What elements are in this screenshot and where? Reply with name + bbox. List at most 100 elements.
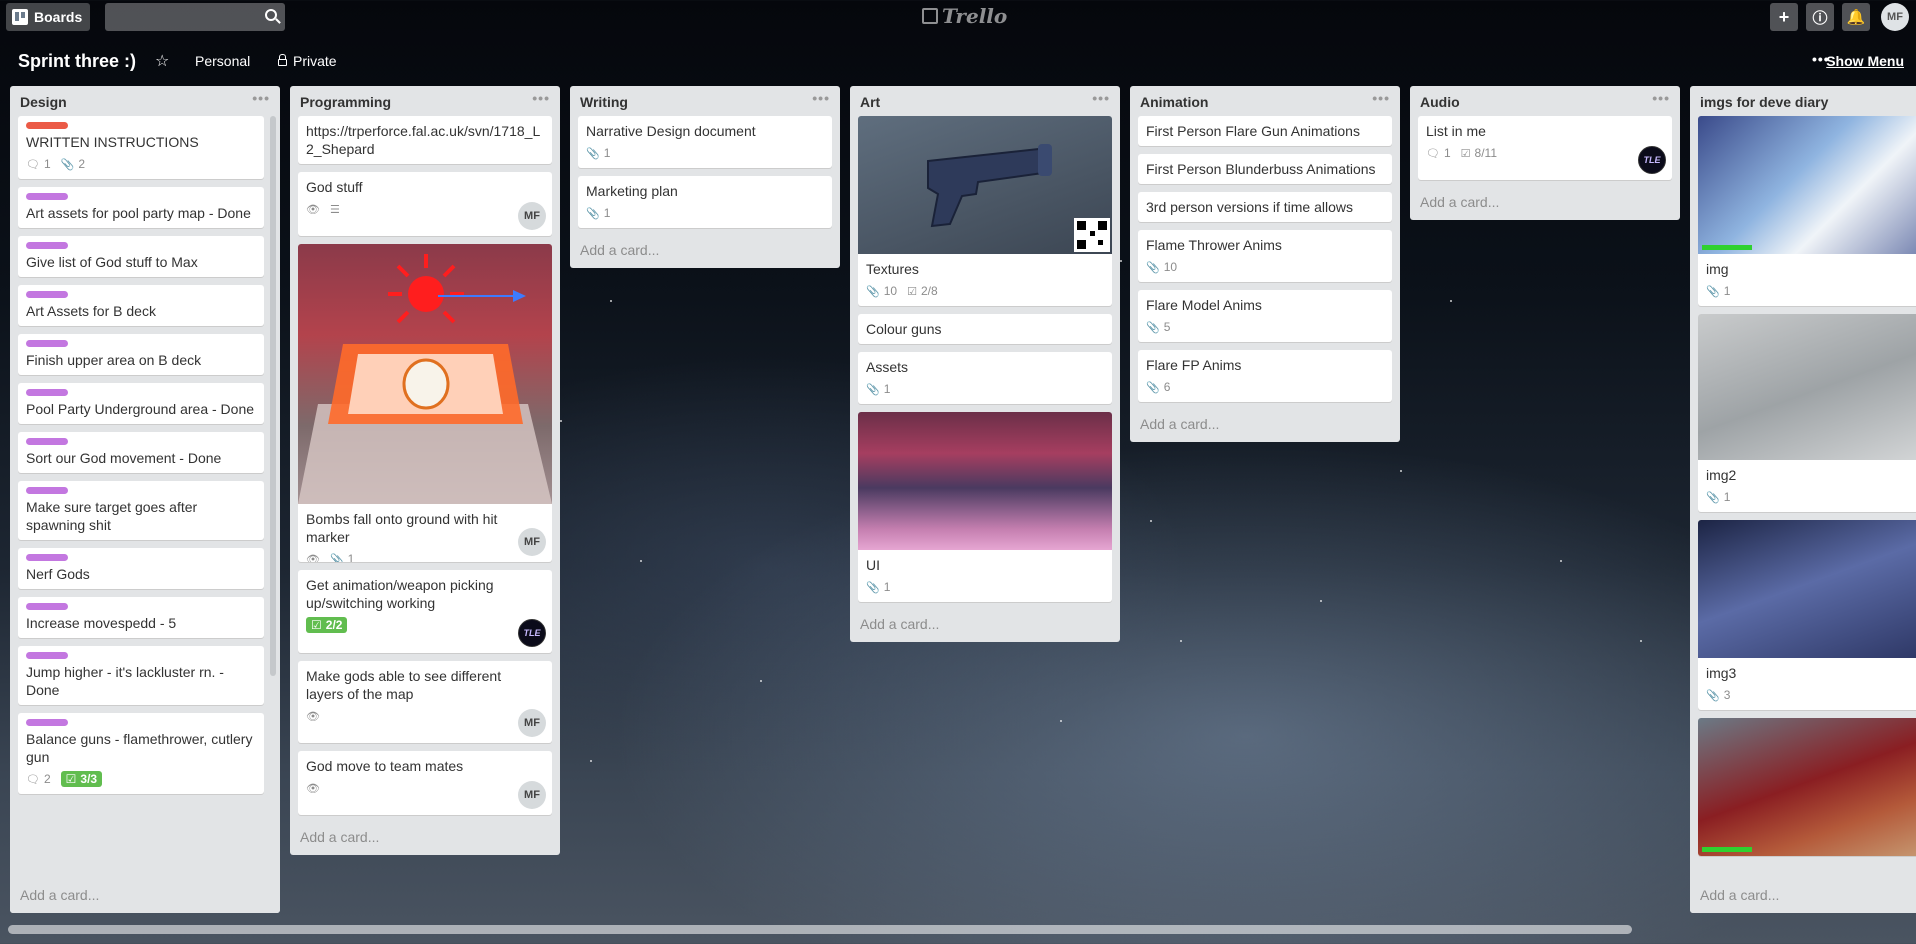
notifications-bell-icon[interactable]: 🔔: [1842, 3, 1870, 31]
card[interactable]: Colour guns: [858, 314, 1112, 344]
list-title: Animation: [1140, 94, 1209, 110]
card[interactable]: Art assets for pool party map - Done: [18, 187, 264, 228]
list-header[interactable]: Animation •••: [1130, 86, 1400, 116]
card[interactable]: Give list of God stuff to Max: [18, 236, 264, 277]
attachment-count: 1: [883, 382, 891, 396]
add-card-link[interactable]: Add a card...: [1130, 410, 1400, 442]
card[interactable]: Assets 📎 1: [858, 352, 1112, 404]
card[interactable]: Get animation/weapon picking up/switchin…: [298, 570, 552, 653]
card-title: Sort our God movement - Done: [26, 450, 222, 466]
comment-icon: 🗨: [26, 158, 40, 171]
add-card-link[interactable]: Add a card...: [850, 610, 1120, 642]
checklist-count: 2/8: [920, 284, 938, 298]
add-icon[interactable]: +: [1770, 3, 1798, 31]
horizontal-scrollbar[interactable]: [0, 922, 1916, 936]
member-avatar[interactable]: MF: [518, 202, 546, 230]
add-card-link[interactable]: Add a card...: [10, 881, 280, 913]
health-bar: [1702, 245, 1752, 250]
list-header[interactable]: Writing •••: [570, 86, 840, 116]
search-input[interactable]: [105, 3, 285, 31]
card[interactable]: Pool Party Underground area - Done: [18, 383, 264, 424]
card-title: List in me: [1426, 123, 1486, 139]
card[interactable]: img 📎 1: [1698, 116, 1916, 306]
card[interactable]: Marketing plan 📎 1: [578, 176, 832, 228]
attachment-icon: 📎: [1706, 491, 1720, 504]
card[interactable]: Textures 📎 10 ☑ 2/8: [858, 116, 1112, 306]
star-icon[interactable]: ☆: [155, 51, 169, 71]
lock-icon: [278, 54, 287, 66]
search-icon[interactable]: [265, 9, 277, 21]
watch-icon: 👁: [306, 782, 320, 795]
card[interactable]: Narrative Design document 📎 1: [578, 116, 832, 168]
card[interactable]: First Person Flare Gun Animations: [1138, 116, 1392, 146]
info-icon[interactable]: ⓘ: [1806, 3, 1834, 31]
card[interactable]: God move to team mates 👁 MF: [298, 751, 552, 815]
card-title: Make sure target goes after spawning shi…: [26, 499, 198, 533]
list-menu-icon[interactable]: •••: [532, 90, 550, 106]
list-menu-icon[interactable]: •••: [1092, 90, 1110, 106]
card[interactable]: Make gods able to see different layers o…: [298, 661, 552, 743]
member-avatar[interactable]: TLE: [518, 619, 546, 647]
show-menu-link[interactable]: Show Menu: [1826, 53, 1904, 69]
add-card-link[interactable]: Add a card...: [290, 823, 560, 855]
list-header[interactable]: Audio •••: [1410, 86, 1680, 116]
add-card-link[interactable]: Add a card...: [1690, 881, 1916, 913]
trello-logo[interactable]: Trello: [922, 4, 1007, 28]
card[interactable]: https://trperforce.fal.ac.uk/svn/1718_L2…: [298, 116, 552, 164]
card[interactable]: UI 📎 1: [858, 412, 1112, 602]
card[interactable]: Finish upper area on B deck: [18, 334, 264, 375]
card[interactable]: Balance guns - flamethrower, cutlery gun…: [18, 713, 264, 794]
card[interactable]: God stuff 👁 ☰ MF: [298, 172, 552, 236]
add-card-link[interactable]: Add a card...: [570, 236, 840, 268]
card[interactable]: Increase movespedd - 5: [18, 597, 264, 638]
card-title: 3rd person versions if time allows: [1146, 199, 1353, 215]
visibility-button[interactable]: Private: [278, 53, 337, 69]
card[interactable]: WRITTEN INSTRUCTIONS 🗨 1 📎 2: [18, 116, 264, 179]
purple-label: [26, 438, 68, 445]
attachment-icon: 📎: [866, 285, 880, 298]
card[interactable]: img2 📎 1: [1698, 314, 1916, 512]
card[interactable]: Sort our God movement - Done: [18, 432, 264, 473]
card[interactable]: List in me 🗨 1 ☑ 8/11 TLE: [1418, 116, 1672, 180]
attachment-count: 5: [1163, 320, 1171, 334]
card-title: God stuff: [306, 179, 363, 195]
card[interactable]: img3 📎 3: [1698, 520, 1916, 710]
boards-button[interactable]: Boards: [6, 3, 91, 31]
list-header[interactable]: Art •••: [850, 86, 1120, 116]
card[interactable]: Art Assets for B deck: [18, 285, 264, 326]
list-menu-icon[interactable]: •••: [812, 90, 830, 106]
card[interactable]: Bombs fall onto ground with hit marker 👁…: [298, 244, 552, 562]
team-button[interactable]: Personal: [195, 53, 250, 69]
card[interactable]: First Person Blunderbuss Animations: [1138, 154, 1392, 184]
user-avatar[interactable]: MF: [1881, 3, 1909, 31]
card-title: Flame Thrower Anims: [1146, 237, 1282, 253]
member-avatar[interactable]: MF: [518, 528, 546, 556]
card[interactable]: Flame Thrower Anims 📎 10: [1138, 230, 1392, 282]
list-scrollbar[interactable]: [270, 116, 276, 676]
card-title: img3: [1706, 665, 1737, 681]
add-card-link[interactable]: Add a card...: [1410, 188, 1680, 220]
list-menu-icon[interactable]: •••: [252, 90, 270, 106]
card[interactable]: Flare FP Anims 📎 6: [1138, 350, 1392, 402]
card[interactable]: Make sure target goes after spawning shi…: [18, 481, 264, 540]
attachment-icon: 📎: [866, 383, 880, 396]
list-header[interactable]: Design •••: [10, 86, 280, 116]
card[interactable]: Jump higher - it's lackluster rn. - Done: [18, 646, 264, 705]
board-title[interactable]: Sprint three :): [18, 51, 136, 72]
scrollbar-thumb[interactable]: [8, 925, 1632, 934]
attachment-count: 1: [603, 146, 611, 160]
list-menu-icon[interactable]: •••: [1372, 90, 1390, 106]
card[interactable]: Nerf Gods: [18, 548, 264, 589]
attachment-icon: 📎: [1706, 689, 1720, 702]
list-menu-icon[interactable]: •••: [1652, 90, 1670, 106]
card[interactable]: 3rd person versions if time allows: [1138, 192, 1392, 222]
list-header[interactable]: Programming •••: [290, 86, 560, 116]
card-title: Narrative Design document: [586, 123, 756, 139]
list-header[interactable]: imgs for deve diary: [1690, 86, 1916, 116]
member-avatar[interactable]: MF: [518, 709, 546, 737]
member-avatar[interactable]: MF: [518, 781, 546, 809]
member-avatar[interactable]: TLE: [1638, 146, 1666, 174]
attachment-icon: 📎: [1146, 261, 1160, 274]
card[interactable]: [1698, 718, 1916, 856]
card[interactable]: Flare Model Anims 📎 5: [1138, 290, 1392, 342]
